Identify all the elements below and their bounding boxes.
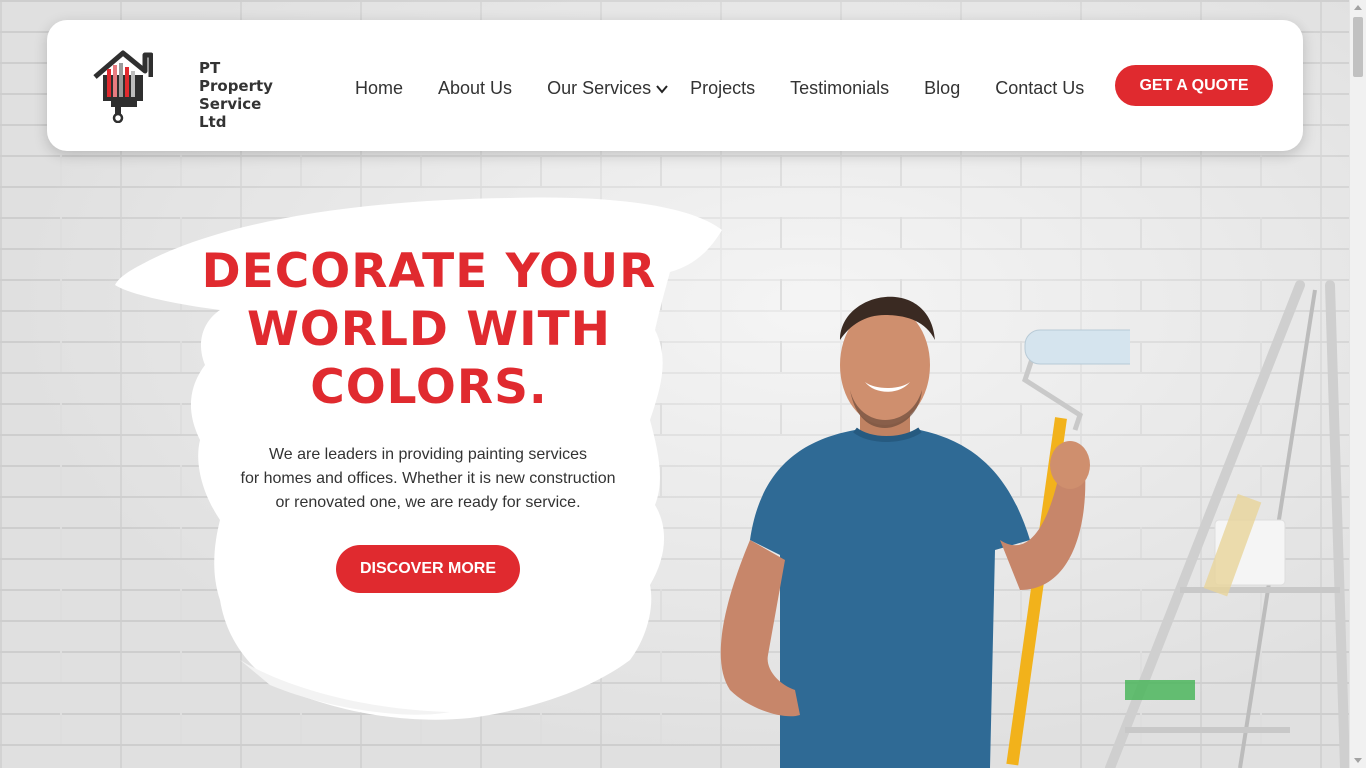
page-scrollbar[interactable]	[1349, 0, 1366, 768]
scroll-up-arrow-icon[interactable]	[1354, 5, 1362, 10]
hero-title-line-3: COLORS.	[310, 360, 548, 415]
nav-contact-us[interactable]: Contact Us	[995, 78, 1084, 99]
nav-home[interactable]: Home	[355, 78, 403, 99]
scrollbar-thumb[interactable]	[1353, 17, 1363, 77]
hero-title: DECORATE YOUR WORLD WITH COLORS.	[165, 243, 693, 417]
nav-about-us[interactable]: About Us	[438, 78, 512, 99]
hero-description-line-1: We are leaders in providing painting ser…	[268, 446, 588, 463]
brand-name-line-2: Service Ltd	[199, 95, 262, 131]
chevron-down-icon	[656, 84, 668, 94]
nav-blog[interactable]: Blog	[924, 78, 960, 99]
nav-projects[interactable]: Projects	[690, 78, 755, 99]
house-paintbrush-logo-icon	[93, 50, 154, 124]
nav-our-services-label: Our Services	[547, 78, 652, 98]
hero-description-line-2: for homes and offices. Whether it is new…	[240, 470, 616, 487]
brand-name-line-1: PT Property	[199, 59, 273, 95]
nav-our-services[interactable]: Our Services	[547, 78, 669, 99]
site-header: PT Property Service Ltd Home About Us Ou…	[47, 20, 1303, 151]
painter-image	[720, 296, 1130, 768]
get-a-quote-button[interactable]: GET A QUOTE	[1115, 65, 1273, 106]
scroll-down-arrow-icon[interactable]	[1354, 758, 1362, 763]
hero-title-line-2: WORLD WITH	[246, 302, 612, 357]
main-navigation: Home About Us Our Services Projects Test…	[355, 78, 1119, 99]
brand-logo[interactable]: PT Property Service Ltd	[93, 49, 273, 131]
hero-title-line-1: DECORATE YOUR	[201, 244, 657, 299]
hero-description-line-3: or renovated one, we are ready for servi…	[275, 494, 581, 511]
discover-more-button[interactable]: DISCOVER MORE	[336, 545, 520, 593]
brand-name: PT Property Service Ltd	[199, 59, 273, 131]
hero-description: We are leaders in providing painting ser…	[198, 443, 658, 515]
nav-testimonials[interactable]: Testimonials	[790, 78, 889, 99]
